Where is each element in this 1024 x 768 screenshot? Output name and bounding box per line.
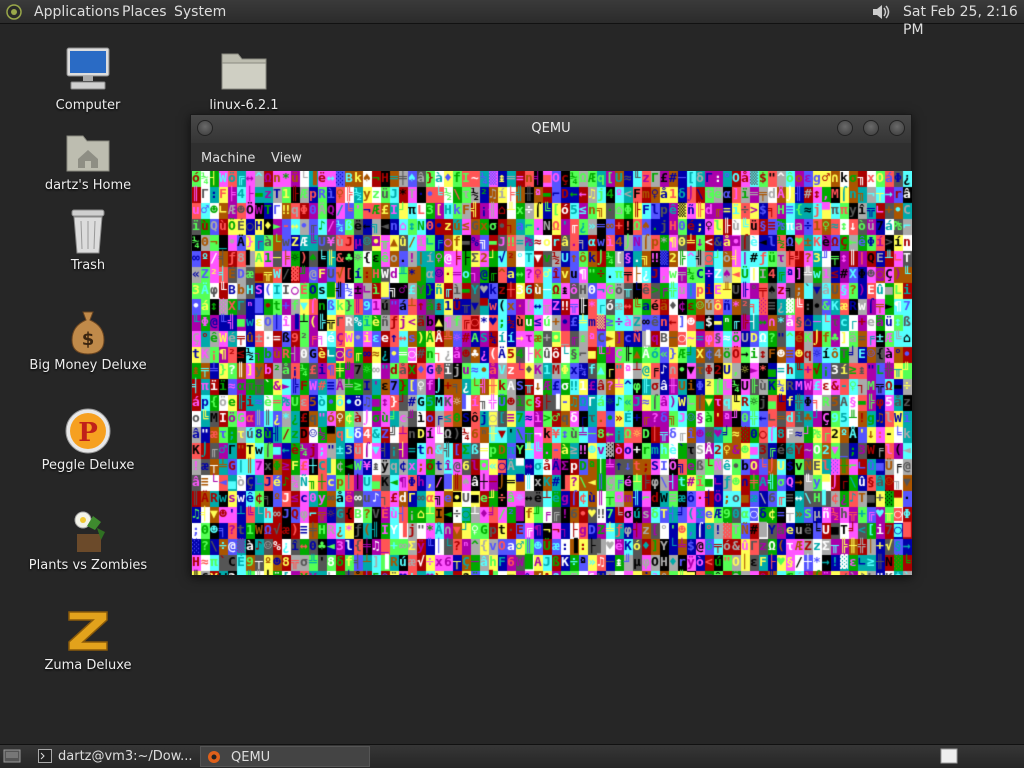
qemu-window[interactable]: QEMU Machine View [190, 114, 912, 576]
desktop-icon-computer[interactable]: Computer [18, 44, 158, 120]
qemu-icon [208, 751, 220, 763]
desktop-icon-trash[interactable]: Trash [18, 206, 158, 282]
plants-vs-zombies-icon [74, 511, 105, 552]
desktop-icon-label: Trash [70, 258, 106, 273]
system-menu[interactable]: System [174, 3, 226, 21]
desktop-icon-label: Plants vs Zombies [28, 558, 148, 573]
taskbar-item-label: dartz@vm3:~/Dow... [58, 749, 193, 764]
desktop-icon-peggle[interactable]: P Peggle Deluxe [18, 406, 158, 482]
svg-text:P: P [78, 418, 98, 448]
computer-icon [66, 47, 110, 90]
home-folder-icon [66, 135, 110, 172]
zuma-icon [68, 611, 108, 651]
folder-icon [221, 53, 267, 90]
gnome-foot-icon[interactable] [6, 4, 22, 20]
bottom-taskbar: dartz@vm3:~/Dow... QEMU [0, 744, 1024, 768]
machine-menu[interactable]: Machine [201, 151, 255, 166]
taskbar-item-label: QEMU [231, 750, 271, 765]
window-title: QEMU [531, 121, 571, 136]
qemu-display[interactable] [192, 171, 912, 575]
qemu-menubar: Machine View [191, 143, 911, 171]
qemu-titlebar[interactable]: QEMU [191, 115, 911, 143]
close-icon[interactable] [889, 120, 905, 136]
speaker-icon[interactable] [870, 2, 892, 22]
desktop-icon-label: Big Money Deluxe [29, 358, 147, 373]
trash-icon [71, 209, 105, 254]
taskbar-item-qemu[interactable]: QEMU [200, 746, 370, 767]
show-desktop-icon[interactable] [3, 749, 21, 764]
top-panel: Applications Places System Sat Feb 25, 2… [0, 0, 1024, 38]
desktop-icon-label: Peggle Deluxe [41, 458, 135, 473]
desktop-icon-big-money[interactable]: $ Big Money Deluxe [18, 306, 158, 382]
peggle-icon: P [65, 408, 111, 454]
desktop-icon-label: linux-6.2.1 [209, 98, 279, 113]
minimize-icon[interactable] [837, 120, 853, 136]
svg-text:$: $ [82, 329, 95, 350]
desktop-icon-home[interactable]: dartz's Home [18, 126, 158, 202]
maximize-icon[interactable] [863, 120, 879, 136]
places-menu[interactable]: Places [122, 3, 167, 21]
desktop-icon-pvz[interactable]: Plants vs Zombies [18, 506, 158, 582]
desktop-icon-label: dartz's Home [44, 178, 132, 193]
taskbar-item-terminal[interactable]: dartz@vm3:~/Dow... [32, 746, 196, 767]
money-bag-icon: $ [71, 311, 105, 355]
garbled-text-mode-display [192, 171, 912, 575]
workspace-switcher-icon[interactable] [940, 748, 958, 764]
desktop-icon-zuma[interactable]: Zuma Deluxe [18, 606, 158, 682]
clock[interactable]: Sat Feb 25, 2:16 PM [903, 3, 1024, 39]
desktop-icon-label: Zuma Deluxe [44, 658, 132, 673]
desktop-icon-label: Computer [55, 98, 121, 113]
terminal-icon [38, 749, 52, 763]
applications-menu[interactable]: Applications [34, 3, 120, 21]
view-menu[interactable]: View [271, 151, 302, 166]
desktop-icon-linux-folder[interactable]: linux-6.2.1 [174, 46, 314, 118]
